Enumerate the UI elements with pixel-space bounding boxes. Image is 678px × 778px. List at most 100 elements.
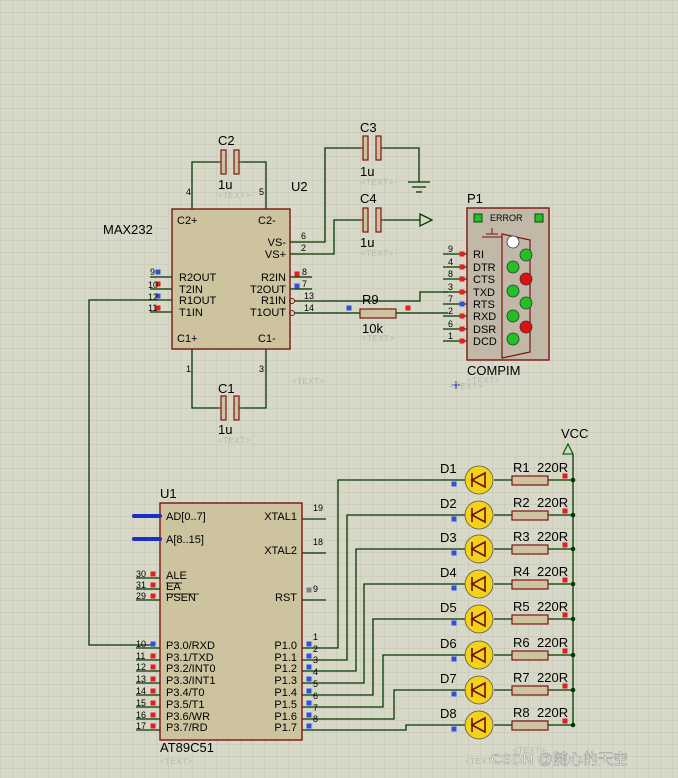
text-placeholder: <TEXT>	[218, 191, 251, 200]
capacitor-ref: C4	[360, 191, 377, 206]
capacitor-plate	[362, 207, 369, 233]
text-placeholder: <TEXT>	[361, 249, 394, 258]
junction	[570, 722, 576, 728]
led-4	[464, 569, 494, 599]
resistor-1	[511, 475, 549, 486]
pin-marker	[405, 305, 411, 311]
pin-label: DTR	[473, 262, 496, 274]
pin-number: 2	[448, 306, 453, 316]
pin-marker	[150, 712, 156, 718]
pin-marker	[459, 338, 465, 344]
pin-label: RXD	[473, 311, 496, 323]
pin-marker	[150, 723, 156, 729]
pin-number: 8	[448, 269, 453, 279]
pin-marker	[451, 516, 457, 522]
capacitor-value: 1u	[218, 177, 232, 192]
pin-label: R2OUT	[179, 272, 217, 284]
pin-marker	[150, 664, 156, 670]
capacitor-plate	[233, 149, 240, 175]
pin-state-led	[506, 284, 520, 298]
led-ref: D8	[440, 706, 457, 721]
pin-marker	[306, 723, 312, 729]
pin-marker	[459, 289, 465, 295]
pin-label: RST	[275, 592, 297, 604]
pin-marker	[150, 593, 156, 599]
pin-label: R2IN	[261, 272, 286, 284]
resistor-value: 220R	[537, 564, 568, 579]
pin-number: 6	[448, 319, 453, 329]
pin-marker	[306, 664, 312, 670]
capacitor-value: 1u	[360, 164, 374, 179]
pin-marker	[459, 301, 465, 307]
pin-marker	[150, 653, 156, 659]
pin-label: R1IN	[261, 295, 286, 307]
pin-number: 5	[259, 187, 264, 197]
resistor-ref: R7	[513, 670, 530, 685]
pin-label: VS-	[268, 237, 287, 249]
schematic-canvas[interactable]: C21u<TEXT>C11u<TEXT>C31u<TEXT>C41u<TEXT>…	[0, 0, 678, 778]
pin-state-led	[519, 296, 533, 310]
resistor-4	[511, 579, 549, 590]
pin-marker	[150, 582, 156, 588]
pin-number: 29	[136, 591, 146, 601]
pin-label: C2+	[177, 215, 198, 227]
resistor-8	[511, 720, 549, 731]
pin-number: 1	[186, 364, 191, 374]
text-placeholder: <TEXT>	[362, 334, 395, 343]
pin-number: 3	[448, 282, 453, 292]
capacitor-value: 1u	[218, 422, 232, 437]
resistor-7	[511, 685, 549, 696]
pin-label: RTS	[473, 299, 495, 311]
junction	[570, 546, 576, 552]
junction	[570, 687, 576, 693]
capacitor-ref: C1	[218, 381, 235, 396]
led-ref: D2	[440, 496, 457, 511]
led-5	[464, 604, 494, 634]
pin-marker	[451, 656, 457, 662]
pin-number: 8	[313, 714, 318, 724]
led-6	[464, 640, 494, 670]
pin-label: P3.7/RD	[166, 722, 208, 734]
pin-marker	[306, 676, 312, 682]
pin-marker	[451, 691, 457, 697]
pin-label: P1.0	[274, 640, 297, 652]
pin-label: C1+	[177, 333, 198, 345]
pin-marker	[150, 700, 156, 706]
resistor-ref: R8	[513, 705, 530, 720]
junction	[570, 581, 576, 587]
pin-number: 6	[301, 231, 306, 241]
pin-number: 9	[313, 584, 318, 594]
pin-number: 4	[313, 667, 318, 677]
pin-number: 9	[150, 267, 155, 277]
pin-number: 3	[313, 655, 318, 665]
watermark: CSDN @随心的天空	[491, 751, 628, 768]
resistor-ref: R4	[513, 564, 530, 579]
pin-label: PSEN	[166, 592, 196, 604]
pin-label: VS+	[265, 249, 286, 261]
resistor-ref: R2	[513, 495, 530, 510]
led-ref: D3	[440, 530, 457, 545]
pin-number: 4	[186, 187, 191, 197]
pin-number: 18	[313, 537, 323, 547]
resistor-ref: R3	[513, 529, 530, 544]
capacitor-plate	[233, 395, 240, 421]
pin-state-led	[506, 332, 520, 346]
pin-label: A[8..15]	[166, 534, 204, 546]
pin-label: RI	[473, 249, 484, 261]
pin-number: 13	[304, 291, 314, 301]
capacitor-plate	[375, 207, 382, 233]
pin-label: XTAL2	[264, 545, 297, 557]
pin-label: TXD	[473, 287, 495, 299]
max232-ref: U2	[291, 179, 308, 194]
resistor-ref: R6	[513, 635, 530, 650]
pin-number: 6	[313, 691, 318, 701]
pin-number: 19	[313, 503, 323, 513]
resistor-2	[511, 510, 549, 521]
vcc-label: VCC	[561, 426, 588, 441]
resistor-ref: R1	[513, 460, 530, 475]
pin-marker	[306, 712, 312, 718]
resistor-r9	[359, 308, 397, 319]
capacitor-ref: C3	[360, 120, 377, 135]
pin-number: 16	[136, 710, 146, 720]
pin-number: 1	[313, 632, 318, 642]
